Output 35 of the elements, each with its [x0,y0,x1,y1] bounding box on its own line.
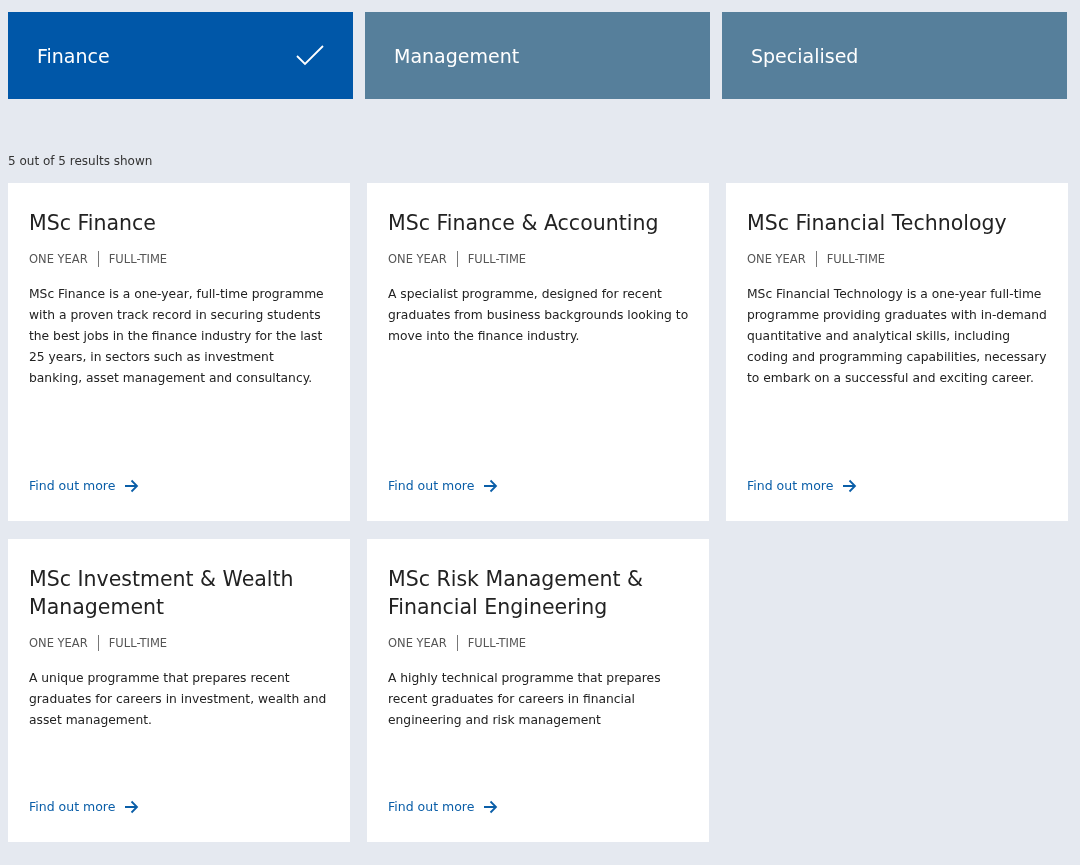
programme-meta: FULL-TIME [97,251,168,267]
programme-title: MSc Risk Management & Financial Engineering [388,566,645,621]
find-out-more-link[interactable]: Find out more [29,799,140,814]
find-out-more-link[interactable]: Find out more [29,478,140,493]
category-tab[interactable]: Management [365,12,710,99]
programme-meta: FULL-TIME [456,251,527,267]
find-out-more-link[interactable]: Find out more [388,478,499,493]
results-count: 5 out of 5 results shown [8,154,154,170]
programme-meta: FULL-TIME [97,635,168,651]
checkmark-icon [296,44,324,67]
programme-meta: ONE YEAR [747,251,806,267]
arrow-right-icon [483,478,499,493]
arrow-right-icon [124,478,140,493]
programme-title: MSc Finance & Accounting [388,210,660,237]
programme-meta: ONE YEAR [29,635,88,651]
programme-meta: FULL-TIME [456,635,527,651]
category-tab[interactable]: Finance [8,12,353,99]
programme-description: MSc Finance is a one-year, full-time programme with a proven track record in securing students the best jobs in the finance industry for the last 25 years, in sectors such as investment banking, asset management and consultancy. [29,286,325,387]
programme-title: MSc Financial Technology [747,210,1008,237]
programme-meta: FULL-TIME [815,251,886,267]
programme-meta: ONE YEAR [388,251,447,267]
programme-description: A highly technical programme that prepares recent graduates for careers in financial engineering and risk management [388,670,662,729]
arrow-right-icon [842,478,858,493]
programme-title: MSc Finance [29,210,157,237]
programme-description: MSc Financial Technology is a one-year full-time programme providing graduates with in-demand quantitative and analytical skills, including coding and programming capabilities, necessary to embark on a successful and exciting career. [747,286,1048,387]
programme-description: A specialist programme, designed for recent graduates from business backgrounds looking to move into the finance industry. [388,286,689,345]
programme-meta: ONE YEAR [388,635,447,651]
category-tab[interactable]: Specialised [722,12,1067,99]
programme-title: MSc Investment & Wealth Management [29,566,295,621]
arrow-right-icon [483,799,499,814]
programme-meta: ONE YEAR [29,251,88,267]
find-out-more-link[interactable]: Find out more [388,799,499,814]
find-out-more-link[interactable]: Find out more [747,478,858,493]
arrow-right-icon [124,799,140,814]
programme-description: A unique programme that prepares recent graduates for careers in investment, wealth and asset management. [29,670,328,729]
